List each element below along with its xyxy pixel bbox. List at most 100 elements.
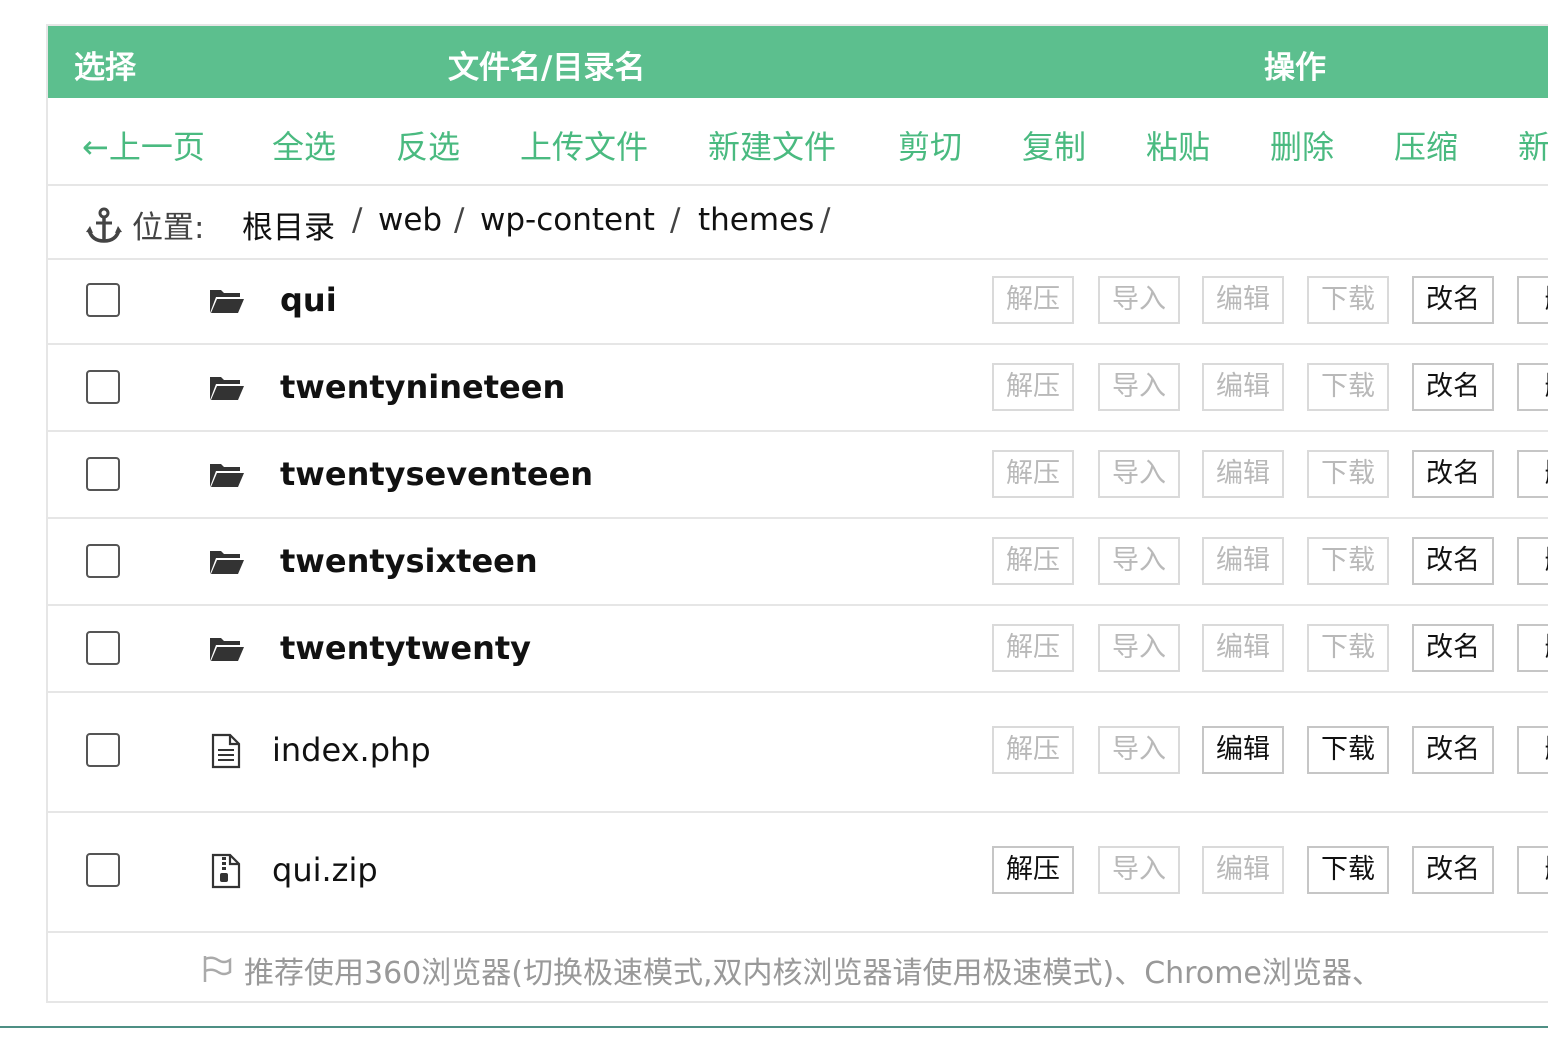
- breadcrumb-root[interactable]: 根目录: [242, 202, 335, 247]
- file-text-icon: [211, 733, 241, 769]
- folder-open-icon: [210, 464, 244, 487]
- folder-open-icon: [210, 638, 244, 661]
- invert-selection-link[interactable]: 反选: [396, 122, 460, 168]
- breadcrumb-themes[interactable]: themes: [698, 202, 814, 238]
- file-row: qui.zip 解压 导入 编辑 下载 改名 删: [48, 813, 1548, 933]
- file-row: twentyseventeen 解压 导入 编辑 下载 改名 删: [48, 432, 1548, 519]
- rename-button[interactable]: 改名: [1412, 624, 1494, 672]
- import-button: 导入: [1098, 624, 1180, 672]
- delete-link[interactable]: 删除: [1270, 122, 1334, 168]
- toolbar: ←上一页 全选 反选 上传文件 新建文件 剪切 复制 粘贴 删除 压缩 新: [48, 98, 1548, 186]
- unzip-button[interactable]: 解压: [992, 846, 1074, 894]
- row-checkbox[interactable]: [86, 544, 120, 578]
- edit-button[interactable]: 编辑: [1202, 726, 1284, 774]
- folder-open-icon: [210, 290, 244, 313]
- notice-text: 推荐使用360浏览器(切换极速模式,双内核浏览器请使用极速模式)、Chrome浏…: [244, 956, 1382, 991]
- breadcrumb-separator: /: [820, 202, 831, 238]
- bottom-divider: [0, 1026, 1548, 1028]
- file-row: twentysixteen 解压 导入 编辑 下载 改名 删: [48, 519, 1548, 606]
- breadcrumb-wp-content[interactable]: wp-content: [480, 202, 655, 238]
- rename-button[interactable]: 改名: [1412, 276, 1494, 324]
- rename-button[interactable]: 改名: [1412, 363, 1494, 411]
- unzip-button: 解压: [992, 537, 1074, 585]
- delete-button[interactable]: 删: [1517, 450, 1548, 498]
- file-name[interactable]: qui.zip: [272, 851, 378, 889]
- edit-button: 编辑: [1202, 276, 1284, 324]
- delete-button[interactable]: 删: [1517, 276, 1548, 324]
- file-zip-icon: [211, 853, 241, 889]
- import-button: 导入: [1098, 276, 1180, 324]
- select-all-link[interactable]: 全选: [272, 122, 336, 168]
- copy-link[interactable]: 复制: [1022, 122, 1086, 168]
- download-button[interactable]: 下载: [1307, 846, 1389, 894]
- file-name[interactable]: twentysixteen: [280, 542, 538, 580]
- unzip-button: 解压: [992, 450, 1074, 498]
- file-row: twentytwenty 解压 导入 编辑 下载 改名 删: [48, 606, 1548, 693]
- file-name[interactable]: qui: [280, 281, 337, 319]
- delete-button[interactable]: 删: [1517, 537, 1548, 585]
- delete-button[interactable]: 删: [1517, 624, 1548, 672]
- edit-button: 编辑: [1202, 846, 1284, 894]
- unzip-button: 解压: [992, 276, 1074, 324]
- delete-button[interactable]: 删: [1517, 726, 1548, 774]
- file-row: qui 解压 导入 编辑 下载 改名 删: [48, 258, 1548, 345]
- upload-file-link[interactable]: 上传文件: [520, 122, 648, 168]
- download-button: 下载: [1307, 363, 1389, 411]
- breadcrumb-separator: /: [352, 202, 363, 238]
- rename-button[interactable]: 改名: [1412, 450, 1494, 498]
- folder-open-icon: [210, 551, 244, 574]
- file-name[interactable]: twentyseventeen: [280, 455, 593, 493]
- download-button[interactable]: 下载: [1307, 726, 1389, 774]
- row-checkbox[interactable]: [86, 733, 120, 767]
- table-header: 选择 文件名/目录名 操作: [48, 26, 1548, 98]
- paste-link[interactable]: 粘贴: [1146, 122, 1210, 168]
- compress-link[interactable]: 压缩: [1394, 122, 1458, 168]
- file-name[interactable]: index.php: [272, 731, 431, 769]
- file-manager-panel: 选择 文件名/目录名 操作 ←上一页 全选 反选 上传文件 新建文件 剪切 复制…: [46, 24, 1548, 1003]
- unzip-button: 解压: [992, 363, 1074, 411]
- file-row: index.php 解压 导入 编辑 下载 改名 删: [48, 693, 1548, 813]
- flag-icon: [203, 956, 232, 982]
- new-folder-link[interactable]: 新: [1518, 122, 1548, 168]
- rename-button[interactable]: 改名: [1412, 537, 1494, 585]
- row-checkbox[interactable]: [86, 457, 120, 491]
- delete-button[interactable]: 删: [1517, 846, 1548, 894]
- header-operations: 操作: [1264, 50, 1326, 86]
- rename-button[interactable]: 改名: [1412, 726, 1494, 774]
- import-button: 导入: [1098, 846, 1180, 894]
- breadcrumb-separator: /: [670, 202, 681, 238]
- delete-button[interactable]: 删: [1517, 363, 1548, 411]
- unzip-button: 解压: [992, 624, 1074, 672]
- header-filename: 文件名/目录名: [448, 50, 646, 86]
- file-name[interactable]: twentynineteen: [280, 368, 565, 406]
- download-button: 下载: [1307, 450, 1389, 498]
- folder-open-icon: [210, 377, 244, 400]
- file-name[interactable]: twentytwenty: [280, 629, 531, 667]
- prev-page-link[interactable]: ←上一页: [82, 122, 205, 168]
- import-button: 导入: [1098, 537, 1180, 585]
- import-button: 导入: [1098, 450, 1180, 498]
- edit-button: 编辑: [1202, 363, 1284, 411]
- breadcrumb: 位置: 根目录 / web / wp-content / themes /: [48, 186, 1548, 260]
- rename-button[interactable]: 改名: [1412, 846, 1494, 894]
- header-select: 选择: [74, 50, 136, 86]
- new-file-link[interactable]: 新建文件: [708, 122, 836, 168]
- import-button: 导入: [1098, 363, 1180, 411]
- row-checkbox[interactable]: [86, 370, 120, 404]
- breadcrumb-web[interactable]: web: [378, 202, 442, 238]
- breadcrumb-separator: /: [454, 202, 465, 238]
- download-button: 下载: [1307, 624, 1389, 672]
- cut-link[interactable]: 剪切: [898, 122, 962, 168]
- unzip-button: 解压: [992, 726, 1074, 774]
- row-checkbox[interactable]: [86, 631, 120, 665]
- edit-button: 编辑: [1202, 624, 1284, 672]
- edit-button: 编辑: [1202, 537, 1284, 585]
- download-button: 下载: [1307, 537, 1389, 585]
- row-checkbox[interactable]: [86, 853, 120, 887]
- location-label: 位置:: [132, 210, 205, 246]
- browser-notice: 推荐使用360浏览器(切换极速模式,双内核浏览器请使用极速模式)、Chrome浏…: [48, 932, 1548, 1002]
- file-row: twentynineteen 解压 导入 编辑 下载 改名 删: [48, 345, 1548, 432]
- download-button: 下载: [1307, 276, 1389, 324]
- row-checkbox[interactable]: [86, 283, 120, 317]
- import-button: 导入: [1098, 726, 1180, 774]
